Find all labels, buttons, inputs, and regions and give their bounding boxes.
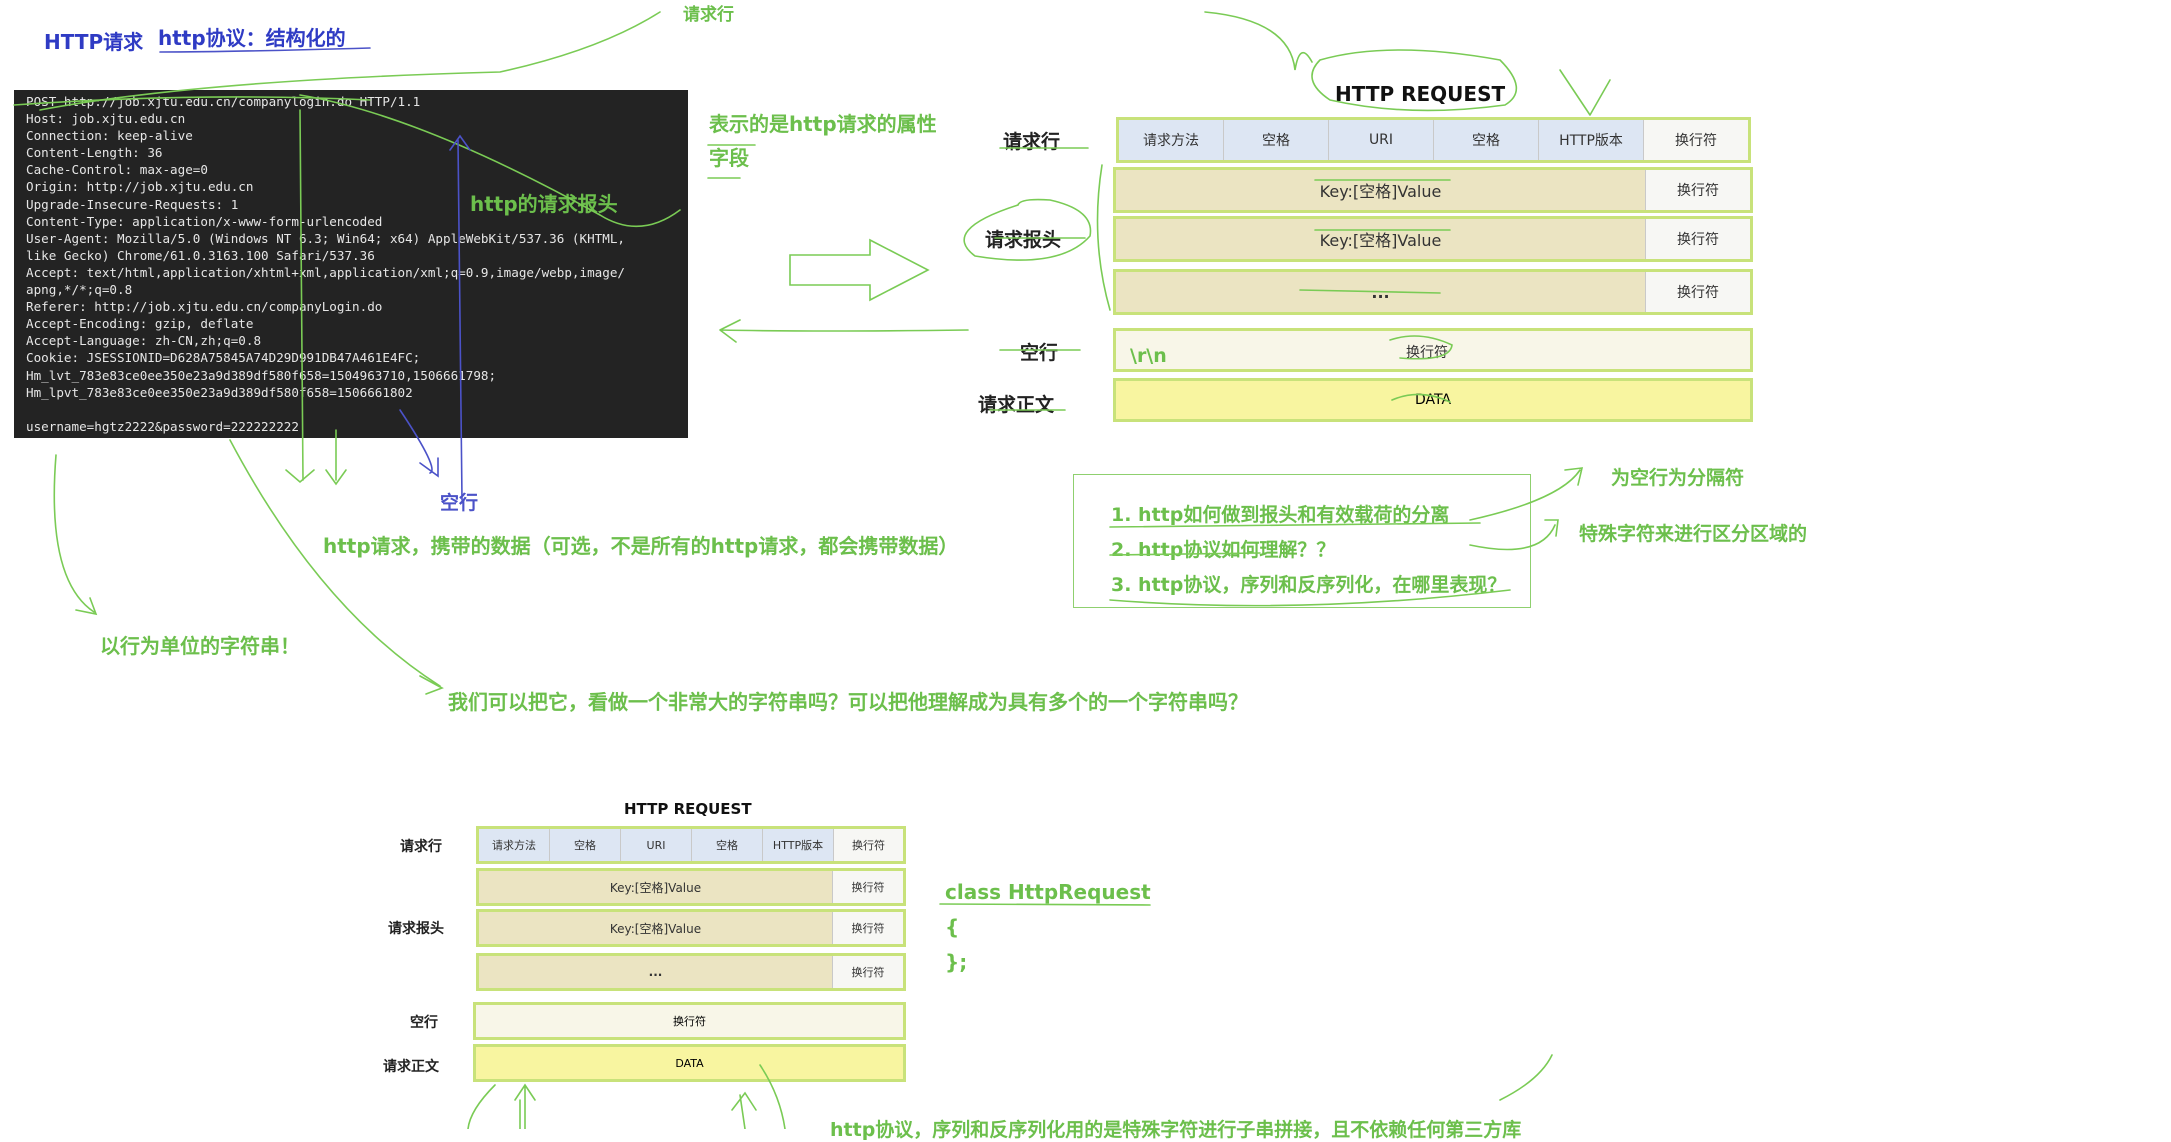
handwritten-strokes <box>13 11 1611 1129</box>
